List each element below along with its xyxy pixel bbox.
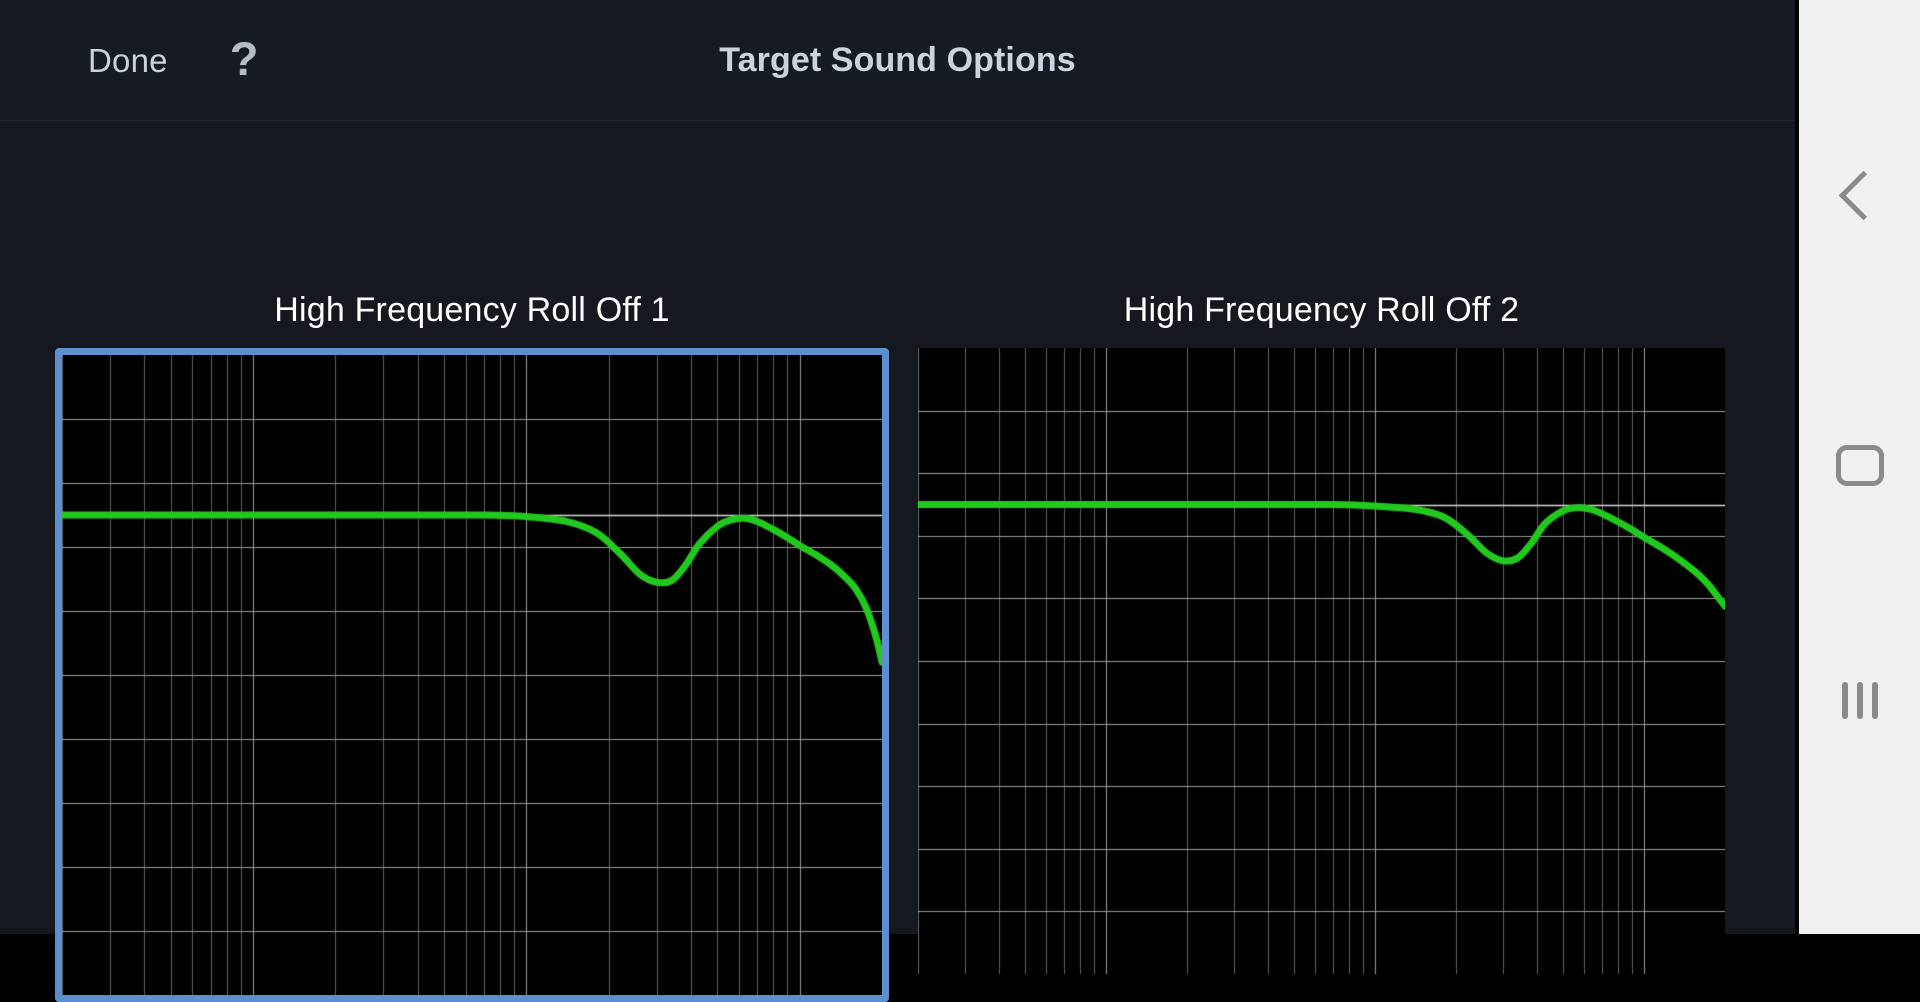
plot-title-2: High Frequency Roll Off 2	[1123, 291, 1520, 329]
chevron-left-icon	[1838, 170, 1889, 220]
plot-canvas-2[interactable]	[918, 348, 1725, 974]
top-bar: Done ? Target Sound Options	[0, 0, 1795, 121]
plot-title-1: High Frequency Roll Off 1	[274, 291, 670, 329]
recents-icon	[1841, 681, 1878, 719]
recents-button[interactable]	[1799, 655, 1920, 745]
plot-panel-high-frequency-roll-off-1[interactable]: High Frequency Roll Off 1	[55, 291, 889, 1002]
plot-frame-2[interactable]	[918, 348, 1725, 974]
home-button[interactable]	[1799, 420, 1920, 510]
done-button[interactable]: Done	[88, 44, 168, 77]
app-window: Done ? Target Sound Options High Frequen…	[0, 0, 1795, 1002]
plots-container: High Frequency Roll Off 1 High Frequency…	[0, 121, 1795, 1002]
top-bar-actions: Done ?	[88, 35, 259, 84]
android-navigation-bar	[1795, 0, 1920, 934]
back-button[interactable]	[1799, 150, 1920, 240]
plot-canvas-1[interactable]	[62, 355, 882, 995]
help-icon[interactable]: ?	[230, 35, 259, 82]
plot-panel-high-frequency-roll-off-2[interactable]: High Frequency Roll Off 2	[918, 291, 1725, 974]
plot-frame-1[interactable]	[55, 348, 889, 1002]
screen: Done ? Target Sound Options High Frequen…	[0, 0, 1920, 1002]
home-icon	[1835, 444, 1884, 486]
page-title: Target Sound Options	[719, 40, 1076, 79]
